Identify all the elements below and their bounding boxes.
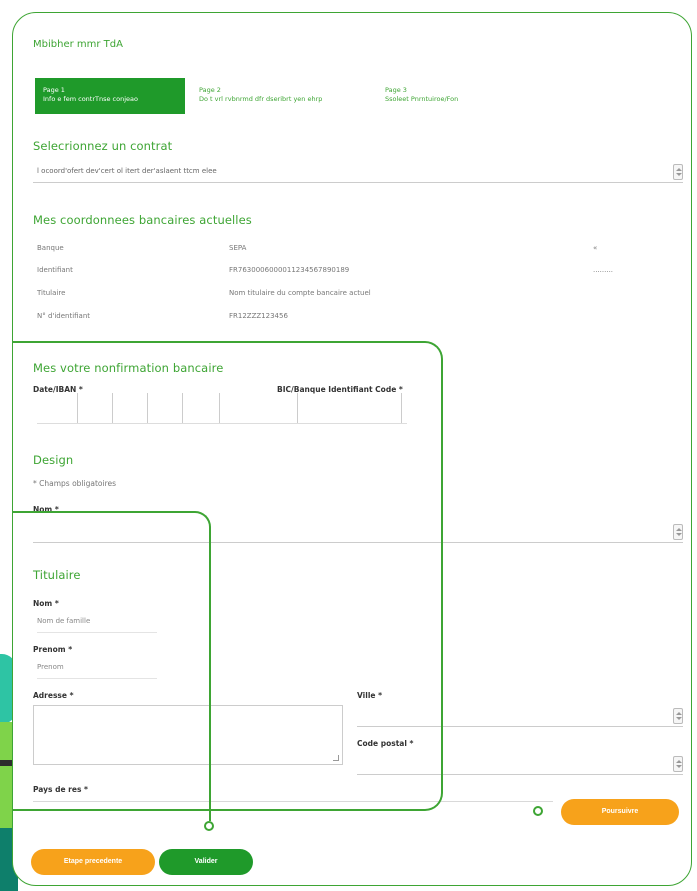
new-bank-section-title: Mes votre nonfirmation bancaire bbox=[33, 361, 224, 375]
select-arrow-icon bbox=[673, 708, 683, 724]
banking-row-extra: ......... bbox=[593, 266, 614, 274]
callout-dot-next bbox=[533, 806, 543, 816]
banking-row-extra: « bbox=[593, 244, 598, 252]
banking-row: Banque SEPA « bbox=[37, 237, 657, 261]
step-2[interactable]: Page 2 Do t vrl rvbnrmd dfr dseribrt yen… bbox=[191, 78, 371, 114]
validate-button[interactable]: Valider bbox=[159, 849, 253, 875]
name-label: Nom * bbox=[33, 505, 59, 514]
banking-row-label: Identifiant bbox=[37, 266, 73, 274]
step-1[interactable]: Page 1 Info e fem contrTnse conjeao bbox=[35, 78, 185, 114]
banking-row-value: FR12ZZZ123456 bbox=[229, 312, 288, 320]
city-select[interactable] bbox=[357, 705, 683, 727]
step-2-subtitle: Do t vrl rvbnrmd dfr dseribrt yen ehrp bbox=[199, 95, 323, 103]
resize-grip-icon bbox=[333, 755, 339, 761]
banking-row-value: FR7630006000011234567890189 bbox=[229, 266, 350, 274]
city-label: Ville * bbox=[357, 691, 383, 700]
banking-row-value: SEPA bbox=[229, 244, 247, 252]
banking-row: Identifiant FR7630006000011234567890189 … bbox=[37, 259, 657, 283]
holder-section-title: Titulaire bbox=[33, 568, 81, 582]
next-button[interactable]: Poursuivre bbox=[561, 799, 679, 825]
select-arrow-icon bbox=[673, 524, 683, 540]
required-note: * Champs obligatoires bbox=[33, 479, 117, 488]
select-arrow-icon bbox=[673, 756, 683, 772]
step-1-subtitle: Info e fem contrTnse conjeao bbox=[43, 95, 138, 103]
form-card: Mbibher mmr TdA Page 1 Info e fem contrT… bbox=[12, 12, 692, 886]
previous-step-button[interactable]: Etape precedente bbox=[31, 849, 155, 875]
holder-nom-label: Nom * bbox=[33, 599, 59, 608]
contract-section-title: Selecrionnez un contrat bbox=[33, 139, 173, 153]
select-arrow-icon bbox=[673, 164, 683, 180]
holder-prenom-input[interactable]: Prenom bbox=[37, 663, 157, 679]
step-3-title: Page 3 bbox=[385, 86, 407, 94]
banking-row: Titulaire Nom titulaire du compte bancai… bbox=[37, 282, 657, 306]
holder-nom-input[interactable]: Nom de famille bbox=[37, 617, 157, 633]
postal-code-select[interactable] bbox=[357, 753, 683, 775]
step-1-title: Page 1 bbox=[43, 86, 65, 94]
banking-row-label: N° d'identifiant bbox=[37, 312, 91, 320]
page-title: Mbibher mmr TdA bbox=[33, 39, 123, 50]
callout-dot-validate bbox=[204, 821, 214, 831]
contract-select-value: l ocoord'ofert dev'cert ol itert der'asl… bbox=[37, 167, 217, 175]
address-textarea[interactable] bbox=[33, 705, 343, 765]
step-2-title: Page 2 bbox=[199, 86, 221, 94]
iban-input-group[interactable] bbox=[37, 393, 407, 425]
postal-code-label: Code postal * bbox=[357, 739, 414, 748]
banking-row-label: Banque bbox=[37, 244, 64, 252]
design-section-title: Design bbox=[33, 453, 74, 467]
banking-row-value: Nom titulaire du compte bancaire actuel bbox=[229, 289, 371, 297]
country-label: Pays de res * bbox=[33, 785, 88, 794]
step-3-subtitle: Ssoleet Pnrntuiroe/Fon bbox=[385, 95, 459, 103]
holder-prenom-label: Prenom * bbox=[33, 645, 73, 654]
contract-select[interactable]: l ocoord'ofert dev'cert ol itert der'asl… bbox=[33, 161, 683, 183]
banking-section-title: Mes coordonnees bancaires actuelles bbox=[33, 213, 252, 227]
address-label: Adresse * bbox=[33, 691, 74, 700]
step-3[interactable]: Page 3 Ssoleet Pnrntuiroe/Fon bbox=[377, 78, 527, 114]
banking-row: N° d'identifiant FR12ZZZ123456 bbox=[37, 305, 657, 329]
banking-row-label: Titulaire bbox=[37, 289, 66, 297]
name-select[interactable] bbox=[33, 521, 683, 543]
country-input-line[interactable] bbox=[33, 801, 553, 802]
